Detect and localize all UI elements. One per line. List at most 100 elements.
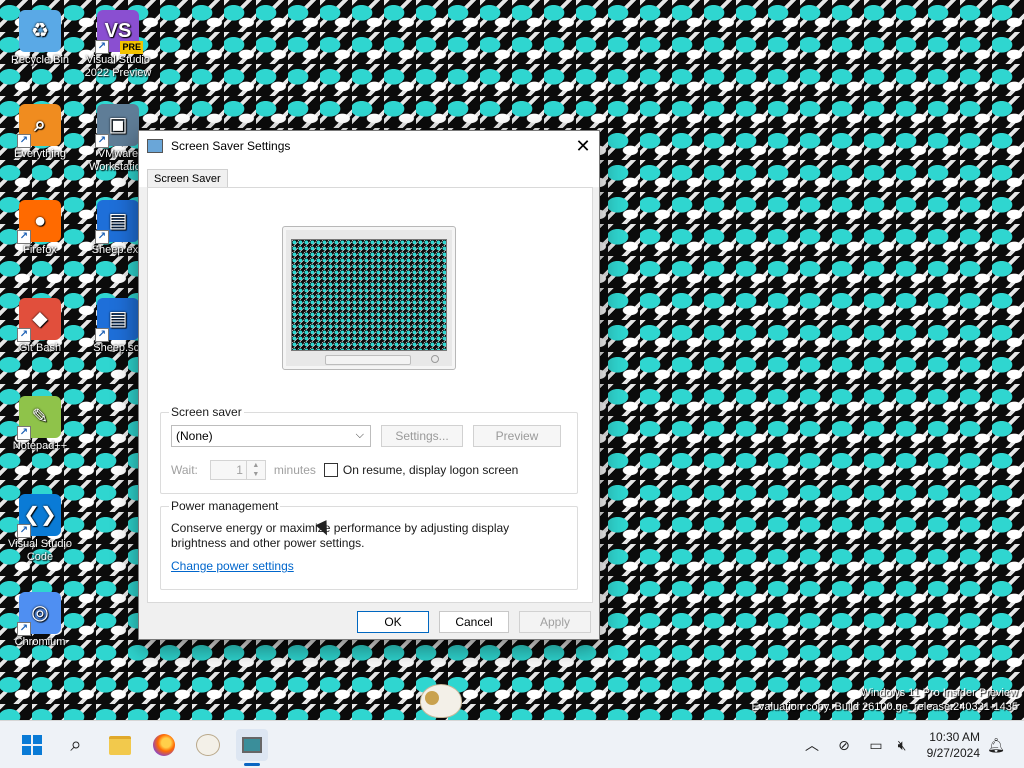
firefox-icon: [153, 734, 175, 756]
desktop-icon-label: Chromium: [14, 636, 66, 648]
search-icon: ⌕: [70, 733, 82, 756]
dialog-title: Screen Saver Settings: [171, 139, 291, 153]
tab-panel: Screen saver (None) ⌵ Settings... Previe…: [147, 187, 593, 603]
active-app-indicator: [244, 763, 260, 766]
wait-minutes-stepper[interactable]: 1 ▲ ▼: [209, 460, 266, 480]
taskbar-sheep[interactable]: [192, 729, 224, 761]
shortcut-arrow-icon: ↗: [95, 328, 109, 342]
shortcut-arrow-icon: ↗: [17, 230, 31, 244]
watermark-line-1: Windows 11 Pro Insider Preview: [860, 687, 1018, 699]
taskbar-file-explorer[interactable]: [104, 729, 136, 761]
clock-date: 9/27/2024: [926, 746, 980, 760]
resume-logon-checkbox[interactable]: [323, 463, 338, 477]
shortcut-arrow-icon: ↗: [95, 134, 109, 148]
wait-value: 1: [236, 463, 243, 477]
desktop-icon[interactable]: VS PRE ↗ Visual Studio 2022 Preview: [78, 10, 158, 80]
notepad-plus-plus-icon: ✎ ↗: [17, 396, 61, 440]
screen-saver-icon: [242, 737, 262, 753]
sheep-scr-file-icon: ▤ ↗: [95, 298, 139, 342]
screen-saver-app-icon: [147, 139, 163, 153]
watermark-line-2: Evaluation copy. Build 26100.ge_release.…: [751, 701, 1018, 713]
desktop-icon[interactable]: ✎ ↗ Notepad++: [0, 396, 80, 453]
shortcut-arrow-icon: ↗: [17, 524, 31, 538]
shortcut-arrow-icon: ↗: [17, 622, 31, 636]
screen-saver-group: Screen saver (None) ⌵ Settings... Previe…: [160, 405, 578, 494]
taskbar: ⌕ ︿ ⊘ ▭ 🔇︎ 10:30 AM 9/27/2024 🔔︎: [0, 720, 1024, 768]
folder-icon: [109, 735, 131, 755]
taskbar-screen-saver-settings[interactable]: [236, 729, 268, 761]
windows-logo-icon: [22, 735, 42, 755]
desktop-icon-label: Git Bash: [18, 342, 62, 354]
preview-button[interactable]: Preview: [473, 425, 561, 447]
bell-icon: 🔔︎: [987, 736, 1005, 753]
shortcut-arrow-icon: ↗: [95, 40, 109, 54]
title-bar: Screen Saver Settings ✕: [139, 131, 599, 161]
network-disconnected-icon: ⊘: [838, 736, 850, 753]
settings-button[interactable]: Settings...: [381, 425, 463, 447]
stepper-arrows-icon[interactable]: ▲ ▼: [245, 461, 265, 479]
volume-status[interactable]: 🔇︎: [890, 733, 914, 757]
power-management-description: Conserve energy or maximize performance …: [171, 521, 510, 550]
screen-saver-select[interactable]: (None) ⌵: [171, 425, 371, 447]
close-button[interactable]: ✕: [567, 131, 599, 161]
wait-label: Wait:: [171, 463, 198, 477]
desktop-icon-label: Notepad++: [12, 440, 68, 452]
monitor-power-icon: [431, 355, 439, 363]
system-clock[interactable]: 10:30 AM 9/27/2024: [927, 729, 980, 761]
start-button[interactable]: [16, 729, 48, 761]
vscode-icon: ❮❯ ↗: [17, 494, 61, 538]
ok-button[interactable]: OK: [357, 611, 429, 633]
chevron-up-icon: ︿: [805, 737, 819, 753]
notifications-button[interactable]: 🔔︎: [984, 733, 1008, 757]
monitor-base: [325, 355, 411, 365]
screen-saver-settings-dialog: Screen Saver Settings ✕ Screen Saver Scr…: [138, 130, 600, 640]
chevron-down-icon: ⌵: [355, 429, 364, 441]
screen-saver-group-label: Screen saver: [169, 405, 244, 419]
change-power-settings-link[interactable]: Change power settings: [171, 559, 294, 573]
desktop-icon[interactable]: ● ↗ Firefox: [0, 200, 80, 257]
tab-strip: Screen Saver: [139, 161, 599, 194]
monitor-icon: ▭: [869, 736, 883, 753]
desktop-icon-label: Firefox: [23, 244, 57, 256]
desktop-icon[interactable]: ❮❯ ↗ Visual Studio Code: [0, 494, 80, 564]
speaker-muted-icon: 🔇︎: [897, 736, 907, 753]
desktop-icon[interactable]: ◎ ↗ Chromium: [0, 592, 80, 649]
desktop-icon-label: Visual Studio Code: [7, 538, 72, 563]
everything-search-icon: ⌕ ↗: [17, 104, 61, 148]
wait-row: Wait: 1 ▲ ▼ minutes On resume, display lo…: [171, 459, 518, 481]
shortcut-arrow-icon: ↗: [17, 426, 31, 440]
desktop-sheep-pet[interactable]: [420, 684, 462, 718]
shortcut-arrow-icon: ↗: [17, 328, 31, 342]
search-button[interactable]: ⌕: [60, 729, 92, 761]
desktop-icon[interactable]: ⌕ ↗ Everything: [0, 104, 80, 161]
display-status[interactable]: ▭: [864, 733, 888, 757]
clock-time: 10:30 AM: [929, 730, 980, 744]
chromium-icon: ◎ ↗: [17, 592, 61, 636]
sheep-exe-file-icon: ▤ ↗: [95, 200, 139, 244]
desktop-icon[interactable]: ◆ ↗ Git Bash: [0, 298, 80, 355]
taskbar-firefox[interactable]: [148, 729, 180, 761]
build-watermark: Windows 11 Pro Insider Preview Evaluatio…: [752, 686, 1018, 714]
desktop-icon-label: Visual Studio 2022 Preview: [84, 54, 152, 79]
shortcut-arrow-icon: ↗: [17, 134, 31, 148]
recycle-bin-icon: ♻: [19, 10, 61, 52]
sheep-face-icon: [425, 691, 439, 705]
sheep-icon: [196, 734, 220, 756]
show-hidden-icons-button[interactable]: ︿: [800, 733, 824, 757]
preview-badge: PRE: [120, 41, 143, 54]
resume-logon-label[interactable]: On resume, display logon screen: [343, 463, 518, 477]
power-management-group-label: Power management: [169, 499, 281, 513]
monitor-preview-screen: [291, 239, 447, 351]
desktop-icon-label: Recycle Bin: [10, 54, 70, 66]
monitor-preview: [282, 226, 456, 370]
vmware-icon: ▣ ↗: [95, 104, 139, 148]
network-status[interactable]: ⊘: [832, 733, 856, 757]
screen-saver-selected-value: (None): [176, 429, 213, 443]
desktop-icon-label: Everything: [14, 148, 66, 160]
cancel-button[interactable]: Cancel: [439, 611, 509, 633]
git-bash-icon: ◆ ↗: [17, 298, 61, 342]
apply-button[interactable]: Apply: [519, 611, 591, 633]
firefox-icon: ● ↗: [17, 200, 61, 244]
desktop-icon[interactable]: ♻ Recycle Bin: [0, 10, 80, 67]
minutes-label: minutes: [273, 463, 316, 477]
